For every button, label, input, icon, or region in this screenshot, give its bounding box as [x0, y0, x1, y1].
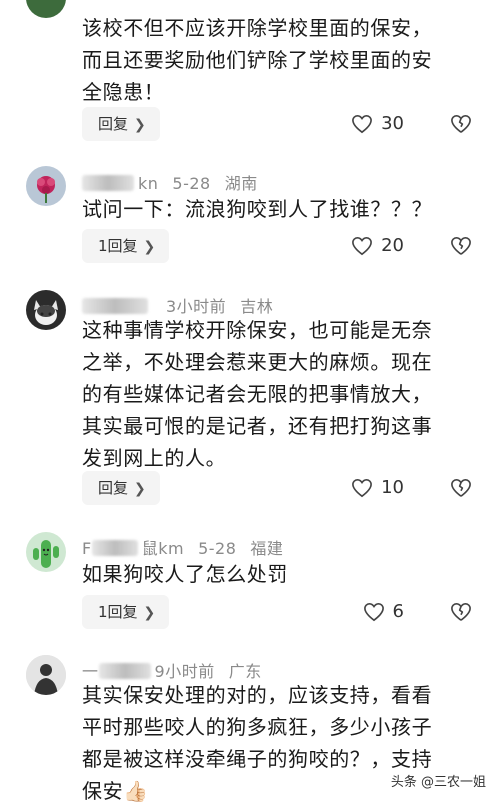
heart-outline-icon [352, 236, 373, 256]
reply-button[interactable]: 回复 ❯ [82, 107, 160, 141]
broken-heart-icon [451, 115, 471, 133]
reply-label: 回复 [98, 479, 129, 497]
like-count: 10 [381, 477, 404, 498]
heart-outline-icon [352, 478, 373, 498]
broken-heart-icon [451, 237, 471, 255]
comment-location: 湖南 [224, 174, 258, 193]
cactus-avatar-icon [33, 540, 59, 568]
comment-text: 如果狗咬人了怎么处罚 [82, 562, 288, 586]
redacted-username [82, 298, 148, 314]
heart-outline-icon [352, 114, 373, 134]
flower-avatar-icon [37, 176, 55, 203]
chevron-right-icon: ❯ [143, 605, 156, 621]
avatar[interactable] [26, 655, 66, 695]
chevron-right-icon: ❯ [134, 117, 146, 133]
redacted-username [82, 175, 134, 191]
reply-label: 1回复 [98, 603, 138, 621]
dislike-button[interactable] [450, 471, 472, 505]
like-button[interactable]: 20 [351, 229, 404, 263]
broken-heart-icon [451, 603, 471, 621]
reply-button[interactable]: 1回复 ❯ [82, 595, 170, 629]
person-avatar-icon [26, 655, 66, 695]
cat-avatar-icon [34, 300, 58, 325]
like-button[interactable]: 30 [351, 107, 404, 141]
comment-text: 该校不但不应该开除学校里面的保安， 而且还要奖励他们铲除了学校里面的安 全隐患！ [82, 16, 433, 104]
watermark: 头条 @三农一姐 [386, 770, 490, 791]
comment-date: 5-28 [198, 539, 237, 558]
avatar[interactable] [26, 532, 66, 572]
dislike-button[interactable] [450, 229, 472, 263]
redacted-username [91, 540, 138, 556]
like-count: 30 [381, 113, 404, 134]
chevron-right-icon: ❯ [134, 481, 146, 497]
comment-meta: kn 5-28 湖南 [82, 170, 258, 194]
avatar[interactable] [26, 0, 66, 18]
username: kn [138, 174, 159, 193]
dislike-button[interactable] [450, 595, 472, 629]
username-prefix: F [82, 539, 92, 558]
reply-label: 回复 [98, 115, 129, 133]
avatar[interactable] [26, 166, 66, 206]
comment-text: 这种事情学校开除保安，也可能是无奈 之举，不处理会惹来更大的麻烦。现在 的有些媒… [82, 318, 433, 470]
comment-date: 5-28 [172, 174, 211, 193]
reply-button[interactable]: 1回复 ❯ [82, 229, 170, 263]
username: 鼠km [141, 539, 185, 558]
redacted-username [98, 663, 151, 679]
comment-meta: F 鼠km 5-28 福建 [82, 535, 283, 559]
dislike-button[interactable] [450, 107, 472, 141]
avatar[interactable] [26, 290, 66, 330]
broken-heart-icon [451, 479, 471, 497]
chevron-right-icon: ❯ [143, 239, 156, 255]
like-count: 20 [381, 235, 404, 256]
like-button[interactable]: 10 [351, 471, 404, 505]
comment-text: 试问一下：流浪狗咬到人了找谁？？？ [82, 197, 433, 221]
heart-outline-icon [363, 602, 384, 622]
comment-location: 福建 [250, 539, 284, 558]
like-button[interactable]: 6 [363, 595, 404, 629]
reply-button[interactable]: 回复 ❯ [82, 471, 160, 505]
reply-label: 1回复 [98, 237, 138, 255]
like-count: 6 [392, 601, 404, 622]
